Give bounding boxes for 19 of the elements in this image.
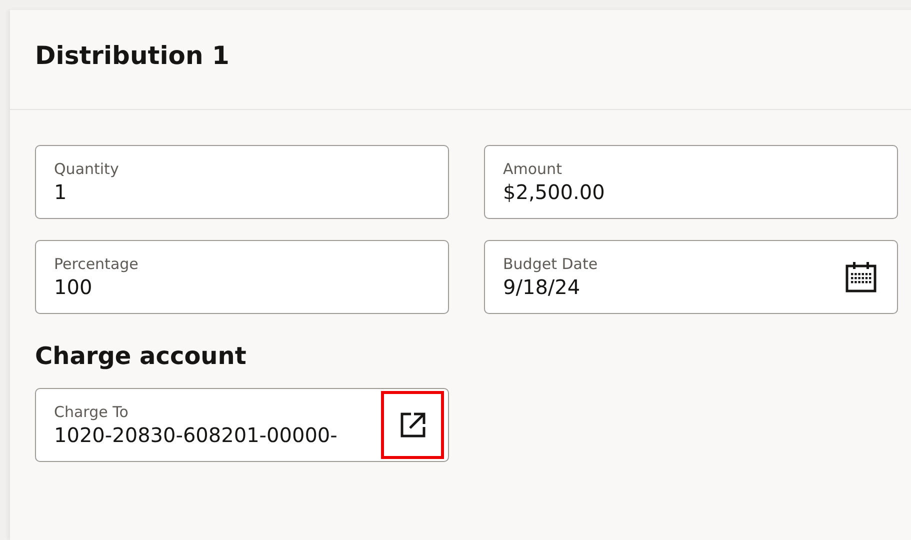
field-label: Amount [503,160,563,178]
section-title: Charge account [35,342,248,370]
panel-title: Distribution 1 [35,41,230,70]
field-value: 100 [54,275,94,299]
field-label: Budget Date [503,255,598,273]
field-value: $2,500.00 [503,180,605,204]
calendar-icon[interactable] [845,261,877,293]
field-value: 1020-20830-608201-00000- [54,423,338,447]
field-value: 9/18/24 [503,275,582,299]
open-link-button[interactable] [381,391,444,459]
field-label: Quantity [54,160,119,178]
input-field[interactable]: Quantity 1 [35,145,449,219]
input-field[interactable]: Charge To 1020-20830-608201-00000- [35,388,449,462]
input-field[interactable]: Budget Date 9/18/24 [484,240,898,314]
input-field[interactable]: Amount $2,500.00 [484,145,898,219]
input-field[interactable]: Percentage 100 [35,240,449,314]
field-label: Charge To [54,403,130,421]
field-value: 1 [54,180,68,204]
field-label: Percentage [54,255,138,273]
